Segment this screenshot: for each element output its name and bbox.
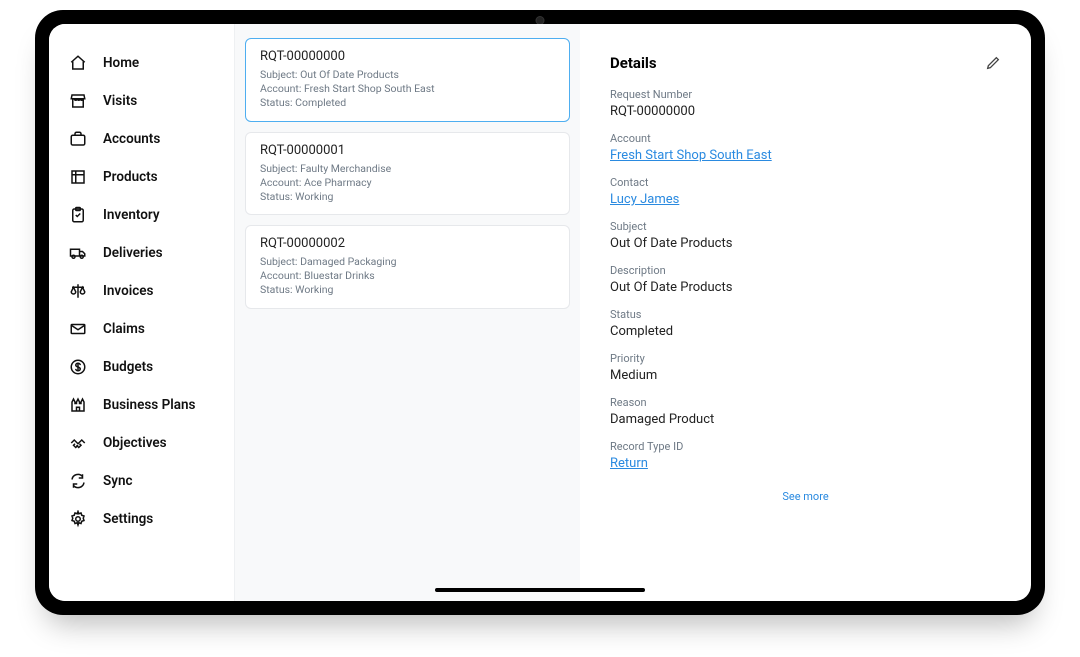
- field-subject: Subject Out Of Date Products: [610, 220, 1001, 251]
- field-account: Account Fresh Start Shop South East: [610, 132, 1001, 163]
- field-reason: Reason Damaged Product: [610, 396, 1001, 427]
- request-list-panel: RQT-00000000 Subject: Out Of Date Product…: [235, 24, 580, 601]
- sidebar-item-label: Products: [103, 169, 158, 185]
- sidebar-item-settings[interactable]: Settings: [49, 500, 234, 538]
- castle-icon: [69, 396, 87, 414]
- sidebar-item-label: Business Plans: [103, 397, 196, 413]
- briefcase-icon: [69, 130, 87, 148]
- details-title: Details: [610, 54, 657, 72]
- sync-icon: [69, 472, 87, 490]
- home-icon: [69, 54, 87, 72]
- tablet-frame: Home Visits Accounts Products: [35, 10, 1045, 615]
- field-description: Description Out Of Date Products: [610, 264, 1001, 295]
- sidebar-item-claims[interactable]: Claims: [49, 310, 234, 348]
- scale-icon: [69, 282, 87, 300]
- field-value: Out Of Date Products: [610, 236, 1001, 251]
- field-value: RQT-00000000: [610, 104, 1001, 119]
- record-type-link[interactable]: Return: [610, 456, 648, 471]
- sidebar-item-budgets[interactable]: Budgets: [49, 348, 234, 386]
- sidebar-item-visits[interactable]: Visits: [49, 82, 234, 120]
- sidebar-item-label: Sync: [103, 473, 133, 489]
- field-record-type-id: Record Type ID Return: [610, 440, 1001, 471]
- sidebar-item-business-plans[interactable]: Business Plans: [49, 386, 234, 424]
- field-label: Description: [610, 264, 1001, 277]
- truck-icon: [69, 244, 87, 262]
- field-value: Out Of Date Products: [610, 280, 1001, 295]
- edit-button[interactable]: [985, 55, 1001, 71]
- sidebar-item-label: Claims: [103, 321, 145, 337]
- field-label: Account: [610, 132, 1001, 145]
- dollar-icon: [69, 358, 87, 376]
- sidebar-item-label: Inventory: [103, 207, 160, 223]
- request-card-meta: Subject: Damaged PackagingAccount: Blues…: [260, 255, 555, 298]
- request-card[interactable]: RQT-00000001 Subject: Faulty MerchandiseA…: [245, 132, 570, 216]
- clipboard-icon: [69, 206, 87, 224]
- sidebar-item-label: Budgets: [103, 359, 153, 375]
- field-label: Contact: [610, 176, 1001, 189]
- sidebar-item-label: Deliveries: [103, 245, 163, 261]
- field-label: Status: [610, 308, 1001, 321]
- contact-link[interactable]: Lucy James: [610, 192, 679, 207]
- sidebar-item-objectives[interactable]: Objectives: [49, 424, 234, 462]
- field-value: Damaged Product: [610, 412, 1001, 427]
- sidebar-item-products[interactable]: Products: [49, 158, 234, 196]
- details-panel: Details Request Number RQT-00000000 Acco…: [580, 24, 1031, 601]
- sidebar-item-accounts[interactable]: Accounts: [49, 120, 234, 158]
- field-label: Reason: [610, 396, 1001, 409]
- sidebar-item-invoices[interactable]: Invoices: [49, 272, 234, 310]
- field-label: Request Number: [610, 88, 1001, 101]
- field-label: Subject: [610, 220, 1001, 233]
- pencil-icon: [985, 55, 1001, 71]
- sidebar-item-sync[interactable]: Sync: [49, 462, 234, 500]
- field-request-number: Request Number RQT-00000000: [610, 88, 1001, 119]
- storefront-icon: [69, 92, 87, 110]
- field-label: Record Type ID: [610, 440, 1001, 453]
- request-card-title: RQT-00000000: [260, 49, 555, 64]
- mail-icon: [69, 320, 87, 338]
- product-icon: [69, 168, 87, 186]
- sidebar-item-label: Visits: [103, 93, 137, 109]
- request-card[interactable]: RQT-00000000 Subject: Out Of Date Product…: [245, 38, 570, 122]
- sidebar: Home Visits Accounts Products: [49, 24, 235, 601]
- field-contact: Contact Lucy James: [610, 176, 1001, 207]
- request-card-meta: Subject: Out Of Date ProductsAccount: Fr…: [260, 68, 555, 111]
- gear-icon: [69, 510, 87, 528]
- sidebar-item-label: Home: [103, 55, 139, 71]
- sidebar-item-label: Invoices: [103, 283, 153, 299]
- request-card-title: RQT-00000002: [260, 236, 555, 251]
- app-screen: Home Visits Accounts Products: [49, 24, 1031, 601]
- account-link[interactable]: Fresh Start Shop South East: [610, 148, 772, 163]
- sidebar-item-label: Objectives: [103, 435, 167, 451]
- sidebar-item-label: Settings: [103, 511, 153, 527]
- sidebar-item-inventory[interactable]: Inventory: [49, 196, 234, 234]
- field-value: Medium: [610, 368, 1001, 383]
- request-card-meta: Subject: Faulty MerchandiseAccount: Ace …: [260, 162, 555, 205]
- field-priority: Priority Medium: [610, 352, 1001, 383]
- field-value: Completed: [610, 324, 1001, 339]
- sidebar-item-home[interactable]: Home: [49, 44, 234, 82]
- see-more-link[interactable]: See more: [610, 490, 1001, 503]
- sidebar-item-deliveries[interactable]: Deliveries: [49, 234, 234, 272]
- handshake-icon: [69, 434, 87, 452]
- field-label: Priority: [610, 352, 1001, 365]
- sidebar-item-label: Accounts: [103, 131, 160, 147]
- request-card[interactable]: RQT-00000002 Subject: Damaged PackagingAc…: [245, 225, 570, 309]
- request-card-title: RQT-00000001: [260, 143, 555, 158]
- field-status: Status Completed: [610, 308, 1001, 339]
- home-indicator: [435, 588, 645, 592]
